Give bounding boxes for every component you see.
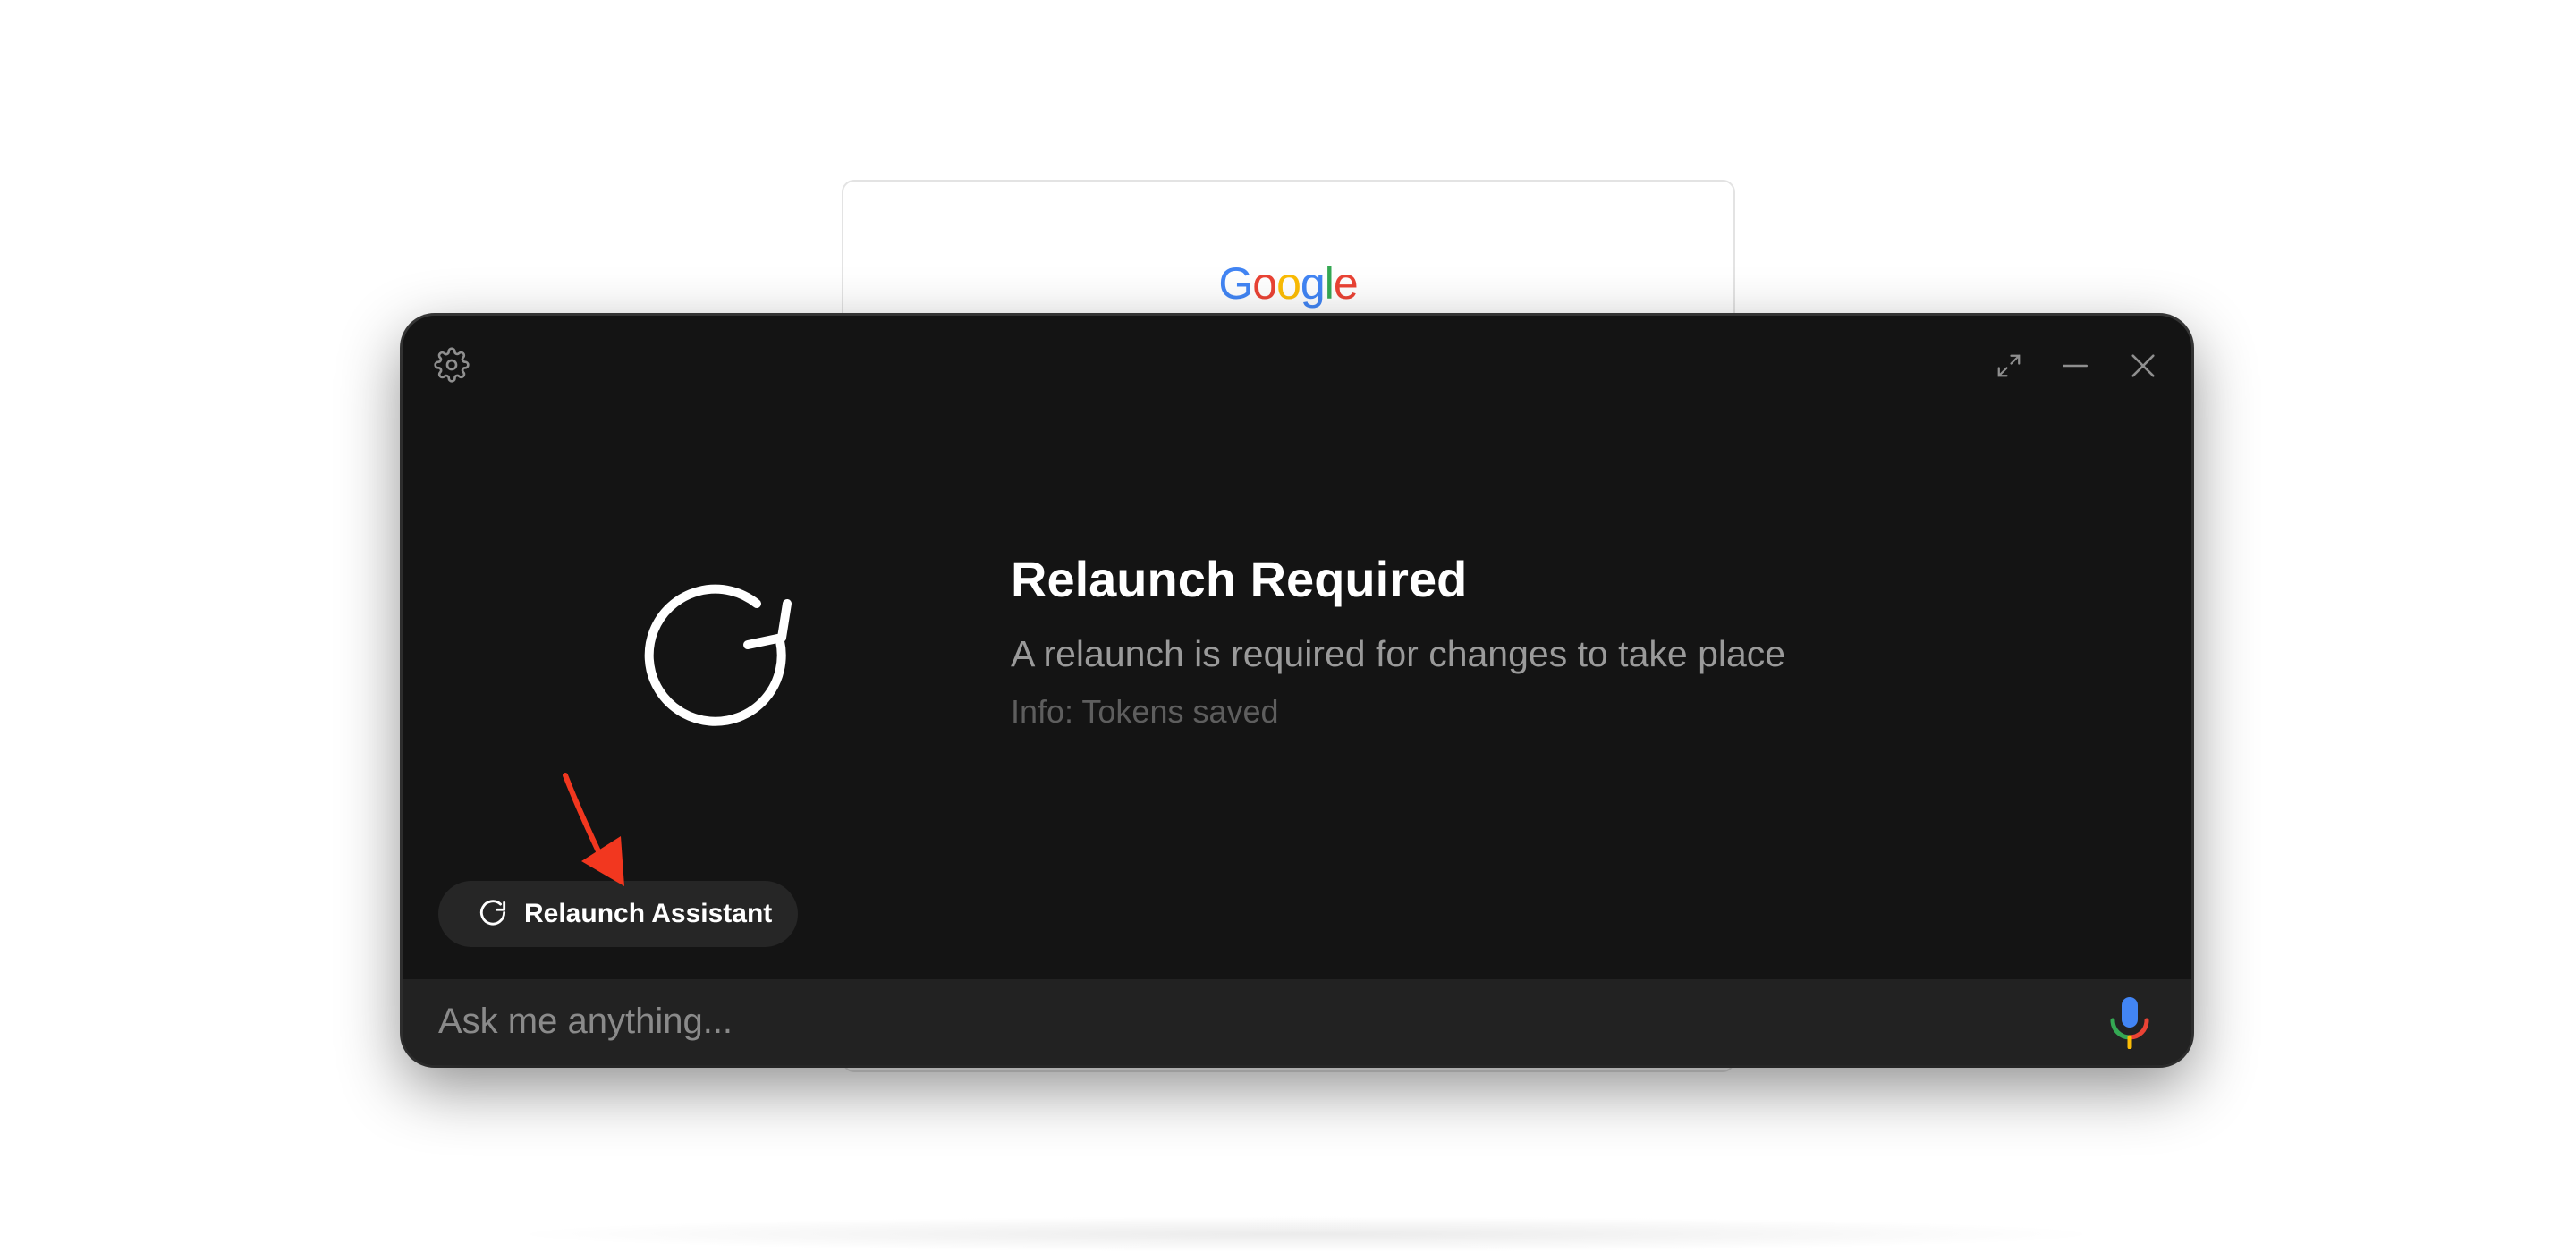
background-shadow bbox=[501, 1216, 2111, 1252]
close-button[interactable] bbox=[2123, 346, 2163, 385]
expand-icon bbox=[1997, 354, 2021, 377]
relaunch-assistant-button[interactable]: Relaunch Assistant bbox=[438, 881, 798, 947]
refresh-icon bbox=[479, 900, 506, 926]
close-icon bbox=[2131, 354, 2155, 377]
google-logo-letter: o bbox=[1276, 258, 1301, 309]
ask-input[interactable] bbox=[438, 992, 2048, 1051]
microphone-icon[interactable] bbox=[2107, 995, 2152, 1049]
input-bar bbox=[402, 979, 2191, 1065]
google-logo-letter: g bbox=[1300, 258, 1326, 309]
settings-button[interactable] bbox=[429, 343, 474, 387]
status-subtitle: A relaunch is required for changes to ta… bbox=[1011, 633, 1786, 674]
minimize-button[interactable] bbox=[2055, 346, 2095, 385]
google-logo-letter: l bbox=[1324, 258, 1335, 309]
google-logo-letter: G bbox=[1218, 258, 1253, 309]
minimize-icon bbox=[2062, 364, 2089, 368]
expand-button[interactable] bbox=[1989, 346, 2029, 385]
relaunch-assistant-label: Relaunch Assistant bbox=[524, 899, 773, 928]
google-logo-letter: o bbox=[1252, 258, 1277, 309]
google-logo: Google bbox=[0, 258, 2576, 309]
refresh-icon bbox=[644, 584, 792, 726]
red-arrow-annotation bbox=[563, 773, 624, 886]
assistant-window: Relaunch Required A relaunch is required… bbox=[402, 316, 2191, 1065]
status-info: Info: Tokens saved bbox=[1011, 693, 1279, 730]
google-logo-letter: e bbox=[1333, 258, 1359, 309]
gear-icon bbox=[434, 347, 470, 383]
status-title: Relaunch Required bbox=[1011, 551, 1468, 607]
